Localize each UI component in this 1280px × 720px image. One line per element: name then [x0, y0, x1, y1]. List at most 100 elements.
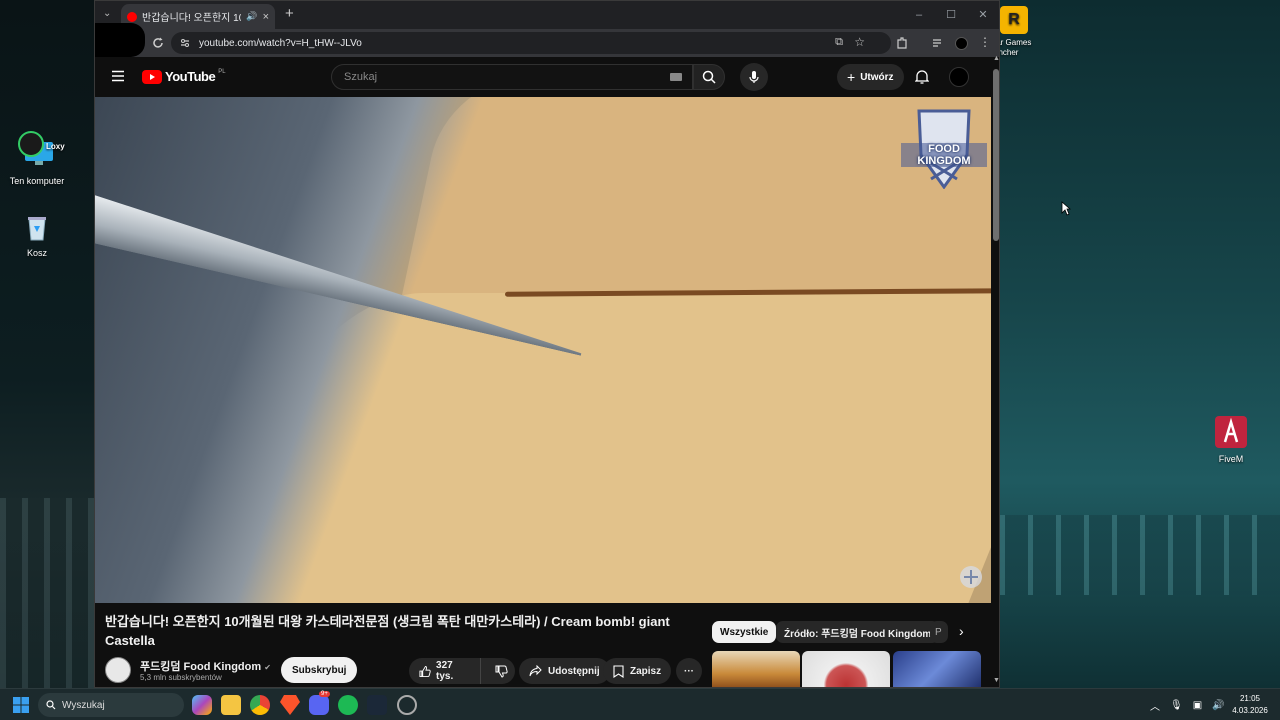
channel-watermark: FOOD KINGDOM [901, 103, 987, 190]
video-player[interactable]: FOOD KINGDOM [95, 97, 991, 603]
bookmark-star-icon[interactable]: ☆ [854, 35, 865, 49]
browser-tab-active[interactable]: 반갑습니다! 오픈한지 10개 🔊 × [121, 4, 275, 29]
scrollbar-thumb[interactable] [993, 69, 999, 241]
channel-name[interactable]: 푸드킹덤 Food Kingdom ✔ [140, 658, 271, 674]
thumbs-up-icon [419, 665, 431, 677]
minimize-icon[interactable]: – [903, 1, 935, 29]
search-icon [46, 700, 56, 710]
tab-audio-icon[interactable]: 🔊 [246, 11, 257, 22]
share-label: Udostępnij [548, 665, 600, 677]
desktop-background-left [0, 0, 94, 688]
video-title: 반갑습니다! 오픈한지 10개월된 대왕 카스테라전문점 (생크림 폭탄 대만카… [105, 614, 670, 648]
chrome-icon[interactable] [250, 695, 270, 715]
scroll-down-icon[interactable]: ▼ [993, 677, 999, 684]
chips-next-icon[interactable]: › [959, 623, 964, 639]
app-icon[interactable] [397, 695, 417, 715]
bookmark-icon [613, 664, 624, 678]
profile-avatar[interactable] [955, 37, 968, 50]
plus-icon: + [847, 69, 856, 85]
clock-date: 4.03.2026 [1232, 706, 1268, 715]
youtube-logo[interactable]: YouTube PL [142, 69, 226, 84]
recommended-thumbnail[interactable] [893, 651, 981, 687]
background-railing [1000, 515, 1280, 595]
watermark-text: FOOD KINGDOM [901, 143, 987, 167]
search-input[interactable]: Szukaj [331, 64, 693, 90]
tab-title: 반갑습니다! 오픈한지 10개 [142, 13, 241, 24]
chip-partial[interactable]: P [930, 621, 948, 643]
browser-window: ⌄ 반갑습니다! 오픈한지 10개 🔊 × + – ☐ ✕ youtube.co… [94, 0, 1000, 688]
window-close-icon[interactable]: ✕ [967, 1, 999, 29]
brave-icon[interactable] [280, 695, 300, 715]
notifications-bell-icon[interactable] [915, 69, 929, 85]
clock-time: 21:05 [1239, 694, 1261, 703]
extensions-icon[interactable] [895, 36, 909, 50]
copilot-icon[interactable] [192, 695, 212, 715]
taskbar-clock[interactable]: 21:05 4.03.2026 [1226, 693, 1274, 717]
share-button[interactable]: Udostępnij [519, 658, 610, 684]
taskbar-search[interactable]: Wyszukaj [38, 693, 184, 717]
desktop-icon-label: FiveM [1218, 454, 1244, 464]
search-button[interactable] [693, 64, 725, 90]
more-actions-button[interactable]: ··· [676, 658, 702, 684]
site-settings-icon[interactable] [179, 37, 191, 49]
windows-start-icon[interactable] [13, 697, 29, 713]
subscribe-button[interactable]: Subskrybuj [281, 657, 358, 683]
tab-search-chevron-icon[interactable]: ⌄ [103, 8, 111, 19]
tab-close-icon[interactable]: × [263, 11, 269, 23]
save-button[interactable]: Zapisz [603, 658, 672, 684]
desktop-icon-this-pc[interactable]: Loxy Ten komputer [2, 130, 72, 186]
desktop-icon-badge: Loxy [46, 142, 65, 151]
video-frame-background [95, 97, 991, 603]
account-avatar[interactable] [949, 67, 969, 87]
address-bar[interactable]: youtube.com/watch?v=H_tHW--JLVo ⧉ ☆ [171, 32, 891, 54]
chip-source-channel[interactable]: Źródło: 푸드킹덤 Food Kingdom [776, 621, 940, 643]
tray-overflow-icon[interactable]: ︿ [1150, 698, 1160, 713]
background-railing [0, 498, 94, 688]
thumbs-down-icon [495, 665, 508, 678]
file-explorer-icon[interactable] [221, 695, 241, 715]
voice-search-button[interactable] [740, 63, 768, 91]
share-icon [529, 665, 542, 677]
url-text: youtube.com/watch?v=H_tHW--JLVo [199, 37, 362, 49]
page-scrollbar[interactable]: ▲ ▼ [991, 55, 999, 687]
desktop-icon-recycle-bin[interactable]: Kosz [2, 212, 72, 258]
new-tab-icon[interactable]: + [285, 5, 294, 22]
tray-microphone-icon[interactable]: 🎙 [1170, 700, 1183, 711]
video-branding-icon[interactable] [957, 563, 985, 591]
fivem-icon [1215, 416, 1247, 448]
media-control-icon[interactable] [931, 36, 945, 50]
recycle-bin-icon [28, 217, 46, 241]
maximize-icon[interactable]: ☐ [935, 1, 967, 29]
tray-volume-icon[interactable]: 🔊 [1212, 700, 1224, 711]
redacted-area [95, 23, 145, 57]
scroll-up-icon[interactable]: ▲ [993, 55, 999, 62]
discord-badge: 9+ [319, 691, 330, 697]
browser-menu-icon[interactable]: ⋮ [979, 35, 991, 49]
recommended-thumbnail[interactable] [712, 651, 800, 687]
youtube-logo-text: YouTube [165, 69, 216, 84]
spotify-icon[interactable] [338, 695, 358, 715]
system-tray: ︿ 🎙 ▣ 🔊 [1150, 689, 1225, 720]
desktop-icon-label: Kosz [26, 248, 47, 258]
save-label: Zapisz [630, 665, 662, 677]
tray-network-icon[interactable]: ▣ [1193, 700, 1202, 711]
dislike-button[interactable] [487, 658, 515, 684]
discord-icon[interactable]: 9+ [309, 691, 330, 715]
reload-icon[interactable] [151, 36, 165, 50]
keyboard-icon[interactable] [670, 73, 682, 81]
hamburger-menu-icon[interactable] [111, 70, 125, 82]
chip-all[interactable]: Wszystkie [712, 621, 777, 643]
recommended-thumbnail[interactable] [802, 651, 890, 687]
mouse-cursor-icon [1061, 201, 1071, 216]
channel-avatar[interactable] [105, 657, 131, 683]
desktop-icon-label: Ten komputer [9, 176, 65, 186]
logo-region: PL [218, 68, 226, 75]
youtube-favicon-icon [127, 11, 137, 22]
like-button[interactable]: 327 tys. [409, 658, 482, 684]
desktop-icon-fivem[interactable]: FiveM [1196, 416, 1266, 464]
desktop-icon-rockstar[interactable]: R tar Games uncher [994, 6, 1044, 58]
cast-icon[interactable]: ⧉ [835, 36, 843, 49]
create-button[interactable]: + Utwórz [837, 64, 904, 90]
taskbar: Wyszukaj 9+ ︿ 🎙 ▣ 🔊 21:05 4.03.2026 [0, 688, 1280, 720]
steam-icon[interactable] [367, 695, 387, 715]
